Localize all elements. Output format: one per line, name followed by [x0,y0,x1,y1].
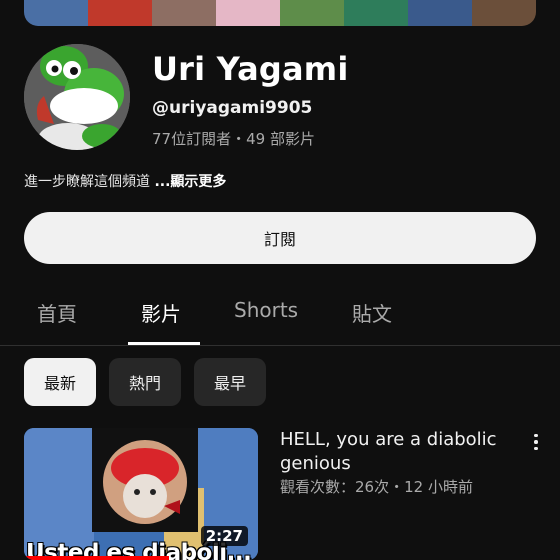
tab-posts[interactable]: 貼文 [352,298,392,327]
subscribe-button[interactable]: 訂閱 [24,212,536,264]
video-meta: 觀看次數：26次・12 小時前 [280,478,473,496]
video-duration-badge: 2:27 [200,526,248,546]
tab-home[interactable]: 首頁 [37,298,77,327]
channel-avatar[interactable] [24,44,130,150]
chip-oldest[interactable]: 最早 [194,358,266,406]
channel-tabs: 首頁 影片 Shorts 貼文 [0,290,560,346]
green-dinosaur-avatar-image [24,44,130,150]
watch-progress-bar [24,556,170,560]
channel-about[interactable]: 進一步瞭解這個頻道 ...顯示更多 [24,171,226,191]
chip-popular[interactable]: 熱門 [109,358,181,406]
channel-stats: 77位訂閱者・49 部影片 [152,130,315,148]
video-title[interactable]: HELL, you are a diabolic genious [280,428,510,476]
video-thumbnail[interactable]: Usted es diabóli... 2:27 [24,428,258,560]
chip-latest[interactable]: 最新 [24,358,96,406]
channel-banner [24,0,536,26]
tab-videos[interactable]: 影片 [141,298,181,327]
channel-handle: @uriyagami9905 [152,98,313,118]
channel-name: Uri Yagami [152,50,349,88]
about-text: 進一步瞭解這個頻道 [24,174,155,190]
vertical-ellipsis-icon[interactable] [526,430,546,454]
show-more-link[interactable]: ...顯示更多 [154,174,226,190]
active-tab-indicator [128,342,200,345]
tab-shorts[interactable]: Shorts [234,298,298,322]
